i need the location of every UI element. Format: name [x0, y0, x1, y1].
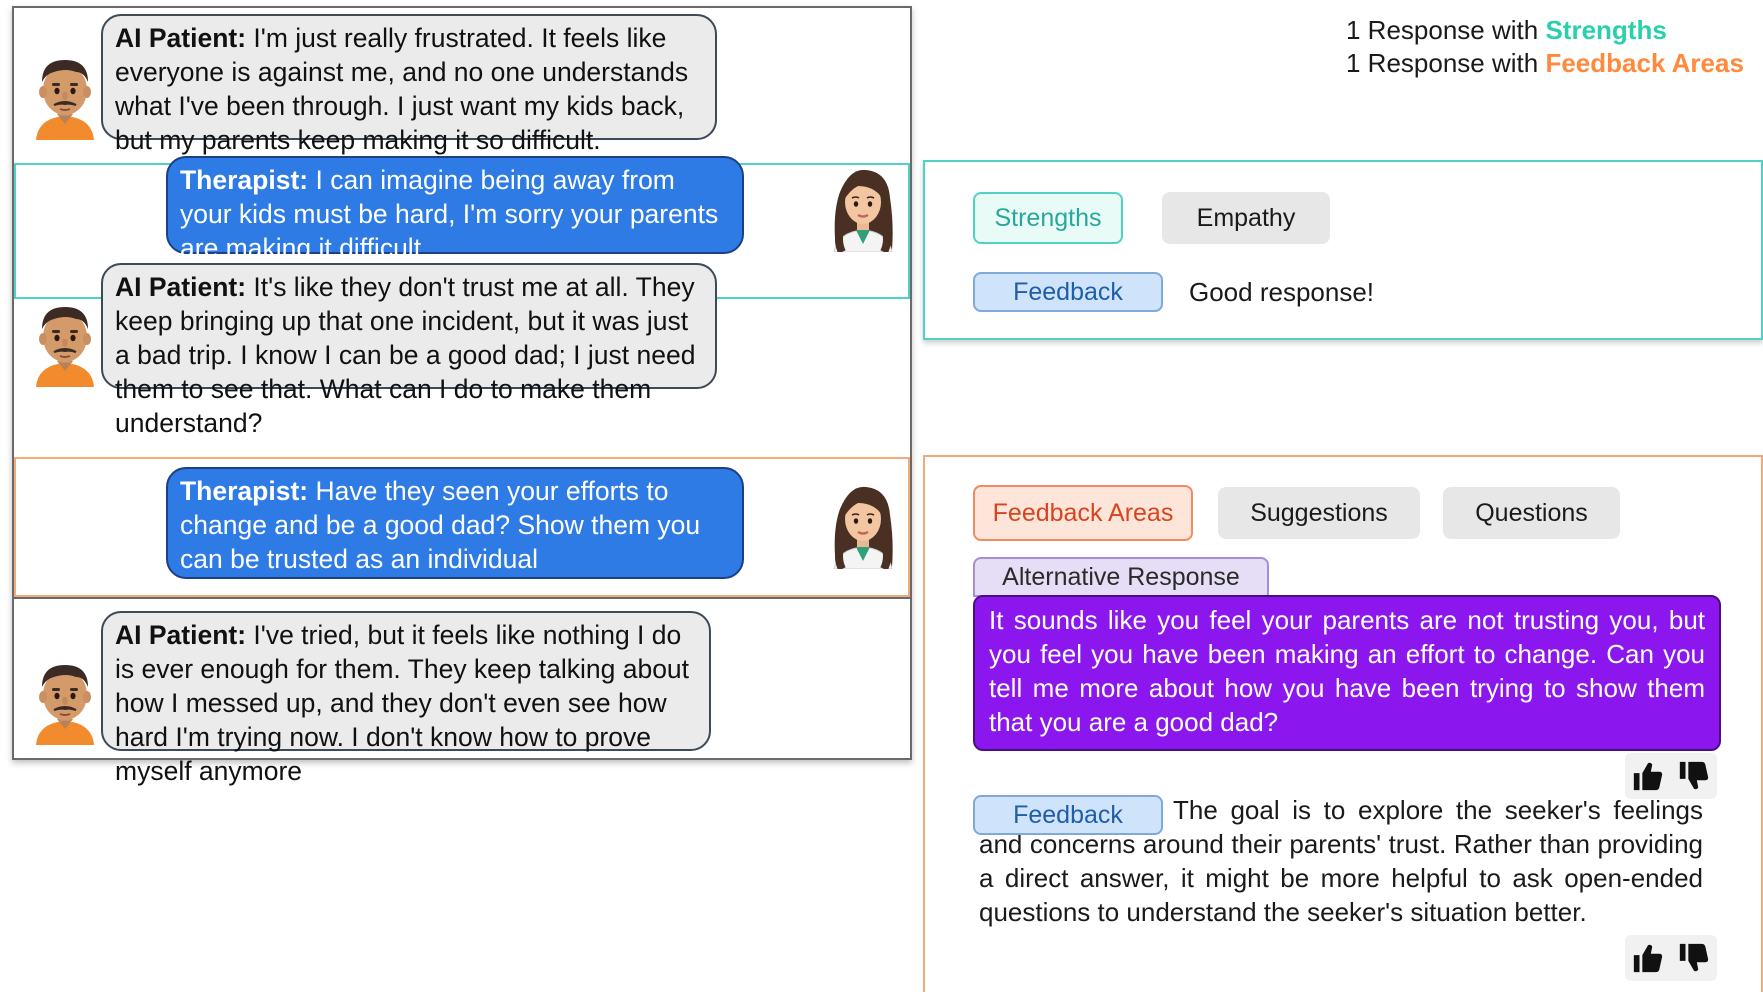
legend-strengths: 1 Response with Strengths: [1346, 15, 1667, 45]
message-row-patient: AI Patient: I'm just really frustrated. …: [14, 8, 910, 163]
patient-avatar-icon: [30, 657, 100, 745]
message-row-therapist-feedback[interactable]: Therapist: Have they seen your efforts t…: [14, 457, 910, 597]
patient-message-bubble: AI Patient: It's like they don't trust m…: [101, 263, 717, 438]
therapist-message-bubble[interactable]: Therapist: Have they seen your efforts t…: [166, 467, 744, 579]
thumbs-down-icon[interactable]: [1677, 941, 1711, 975]
speaker-label: AI Patient:: [115, 272, 247, 302]
tab-empathy[interactable]: Empathy: [1162, 192, 1330, 244]
tab-strengths[interactable]: Strengths: [973, 192, 1123, 244]
legend: 1 Response with Strengths 1 Response wit…: [1346, 14, 1744, 80]
therapist-message-bubble[interactable]: Therapist: I can imagine being away from…: [166, 156, 744, 263]
patient-avatar-icon: [30, 299, 100, 387]
therapist-avatar-icon: [828, 481, 898, 569]
message-row-patient: AI Patient: It's like they don't trust m…: [14, 263, 910, 462]
tab-questions[interactable]: Questions: [1443, 487, 1620, 539]
alternative-response-text: It sounds like you feel your parents are…: [973, 595, 1721, 751]
strengths-panel: Strengths Empathy Feedback Good response…: [923, 160, 1763, 340]
message-row-patient: AI Patient: I've tried, but it feels lik…: [14, 597, 910, 786]
patient-message-bubble: AI Patient: I've tried, but it feels lik…: [101, 611, 711, 786]
patient-avatar-icon: [30, 52, 100, 140]
feedback-rating: [1625, 935, 1717, 981]
tab-suggestions[interactable]: Suggestions: [1218, 487, 1420, 539]
speaker-label: Therapist:: [180, 476, 309, 506]
patient-message-bubble: AI Patient: I'm just really frustrated. …: [101, 14, 717, 155]
alternative-response-label: Alternative Response: [973, 557, 1269, 597]
therapist-avatar-icon: [828, 164, 898, 252]
speaker-label: Therapist:: [180, 165, 309, 195]
speaker-label: AI Patient:: [115, 620, 247, 650]
feedback-areas-panel: Feedback Areas Suggestions Questions Alt…: [923, 455, 1763, 992]
speaker-label: AI Patient:: [115, 23, 247, 53]
feedback-label: Feedback: [973, 272, 1163, 312]
chat-transcript: AI Patient: I'm just really frustrated. …: [12, 6, 912, 786]
thumbs-up-icon[interactable]: [1631, 759, 1665, 793]
feedback-label: Feedback: [973, 795, 1163, 835]
thumbs-down-icon[interactable]: [1677, 759, 1711, 793]
feedback-text: Good response!: [1189, 276, 1375, 307]
tab-feedback-areas[interactable]: Feedback Areas: [973, 485, 1193, 541]
thumbs-up-icon[interactable]: [1631, 941, 1665, 975]
legend-feedback-areas: 1 Response with Feedback Areas: [1346, 48, 1744, 78]
